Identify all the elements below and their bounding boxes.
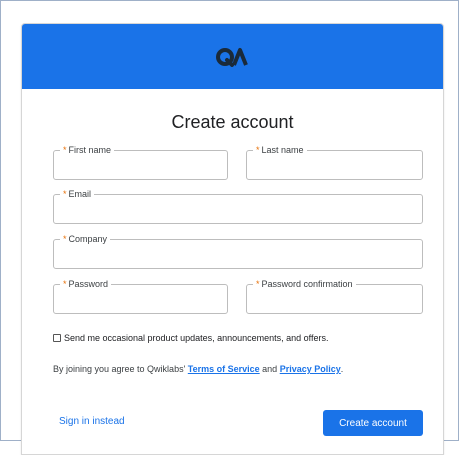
company-label-text: Company [68, 234, 108, 244]
required-star: * [63, 189, 67, 199]
password-confirmation-label-text: Password confirmation [261, 279, 353, 289]
updates-checkbox-label: Send me occasional product updates, anno… [64, 333, 329, 343]
privacy-policy-link[interactable]: Privacy Policy [280, 364, 341, 374]
password-label: * Password [60, 278, 112, 290]
company-field[interactable]: * Company [53, 233, 423, 269]
password-field[interactable]: * Password [53, 278, 228, 314]
terms-of-service-link[interactable]: Terms of Service [188, 364, 260, 374]
first-name-label-text: First name [68, 145, 112, 155]
password-label-text: Password [68, 279, 109, 289]
email-label: * Email [60, 188, 95, 200]
required-star: * [256, 279, 260, 289]
brand-header [22, 24, 443, 89]
updates-checkbox-row[interactable]: Send me occasional product updates, anno… [53, 333, 329, 343]
email-label-text: Email [68, 189, 92, 199]
email-field[interactable]: * Email [53, 188, 423, 224]
password-confirmation-label: * Password confirmation [253, 278, 356, 290]
company-label: * Company [60, 233, 111, 245]
first-name-label: * First name [60, 144, 115, 156]
updates-checkbox[interactable] [53, 334, 61, 342]
terms-suffix: . [340, 364, 344, 374]
terms-middle: and [259, 364, 280, 374]
required-star: * [63, 234, 67, 244]
first-name-field[interactable]: * First name [53, 144, 228, 180]
create-account-button[interactable]: Create account [323, 410, 423, 436]
required-star: * [256, 145, 260, 155]
terms-text: By joining you agree to Qwiklabs' Terms … [53, 364, 343, 374]
last-name-label-text: Last name [261, 145, 304, 155]
required-star: * [63, 279, 67, 289]
page-title: Create account [171, 112, 294, 132]
signup-card: Create account * First name * Last name * E… [21, 23, 444, 455]
terms-prefix: By joining you agree to Qwiklabs' [53, 364, 188, 374]
sign-in-instead-link[interactable]: Sign in instead [59, 416, 125, 427]
last-name-field[interactable]: * Last name [246, 144, 423, 180]
password-confirmation-field[interactable]: * Password confirmation [246, 278, 423, 314]
required-star: * [63, 145, 67, 155]
last-name-label: * Last name [253, 144, 307, 156]
qa-logo-icon [215, 47, 248, 67]
